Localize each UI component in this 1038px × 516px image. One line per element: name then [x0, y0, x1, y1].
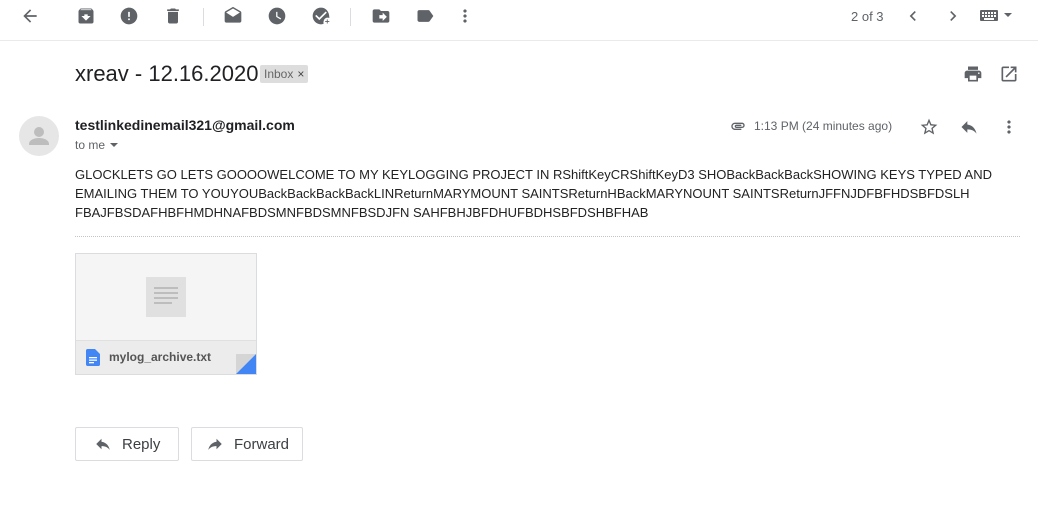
more-vert-icon[interactable]	[453, 4, 477, 28]
recipient-text: to me	[75, 138, 106, 152]
text-file-icon	[86, 349, 100, 366]
toolbar-divider	[350, 8, 351, 26]
forward-button[interactable]: Forward	[191, 427, 303, 461]
recipient-details[interactable]: to me	[75, 138, 119, 152]
attachment-card[interactable]: mylog_archive.txt	[75, 253, 257, 375]
reply-button[interactable]: Reply	[75, 427, 179, 461]
toolbar: 2 of 3	[0, 0, 1038, 41]
label-text: Inbox	[264, 67, 294, 81]
default-person-icon	[29, 127, 49, 145]
reply-icon	[96, 438, 110, 450]
file-type-corner-icon	[236, 354, 256, 374]
open-in-new-window-icon[interactable]	[999, 64, 1019, 84]
labels-icon[interactable]	[413, 4, 437, 28]
forward-label: Forward	[234, 435, 290, 453]
attachment-divider	[75, 236, 1020, 237]
delete-icon[interactable]	[161, 4, 185, 28]
toolbar-divider	[203, 8, 204, 26]
archive-icon[interactable]	[74, 4, 98, 28]
star-icon[interactable]	[918, 116, 940, 138]
pagination-text: 2 of 3	[851, 9, 884, 24]
input-tools-keyboard-icon[interactable]	[978, 4, 1016, 28]
attachment-preview	[76, 254, 256, 341]
older-chevron-left-icon[interactable]	[901, 4, 925, 28]
snooze-icon[interactable]	[265, 4, 289, 28]
add-to-tasks-icon[interactable]	[309, 4, 333, 28]
attachment-filename: mylog_archive.txt	[109, 350, 212, 364]
reply-label: Reply	[122, 435, 161, 453]
email-subject: xreav - 12.16.2020	[75, 61, 259, 86]
timestamp: 1:13 PM (24 minutes ago)	[754, 119, 893, 133]
newer-chevron-right-icon[interactable]	[941, 4, 965, 28]
avatar[interactable]	[19, 116, 59, 156]
move-to-icon[interactable]	[369, 4, 393, 28]
reply-arrow-icon[interactable]	[958, 116, 980, 138]
inbox-label-chip[interactable]: Inbox ×	[260, 65, 309, 83]
message-more-vert-icon[interactable]	[998, 116, 1020, 138]
sender-email[interactable]: testlinkedinemail321@gmail.com	[75, 117, 295, 133]
back-arrow-icon[interactable]	[18, 4, 42, 28]
remove-label-close-icon[interactable]: ×	[297, 67, 304, 81]
mark-unread-icon[interactable]	[221, 4, 245, 28]
email-body: GLOCKLETS GO LETS GOOOOWELCOME TO MY KEY…	[75, 167, 992, 220]
forward-icon	[208, 438, 222, 450]
print-icon[interactable]	[963, 64, 983, 84]
report-spam-icon[interactable]	[117, 4, 141, 28]
document-thumbnail-icon	[146, 277, 186, 317]
attachment-paperclip-icon	[728, 118, 748, 134]
attachment-footer: mylog_archive.txt	[76, 341, 256, 374]
caret-down-icon	[110, 143, 119, 147]
